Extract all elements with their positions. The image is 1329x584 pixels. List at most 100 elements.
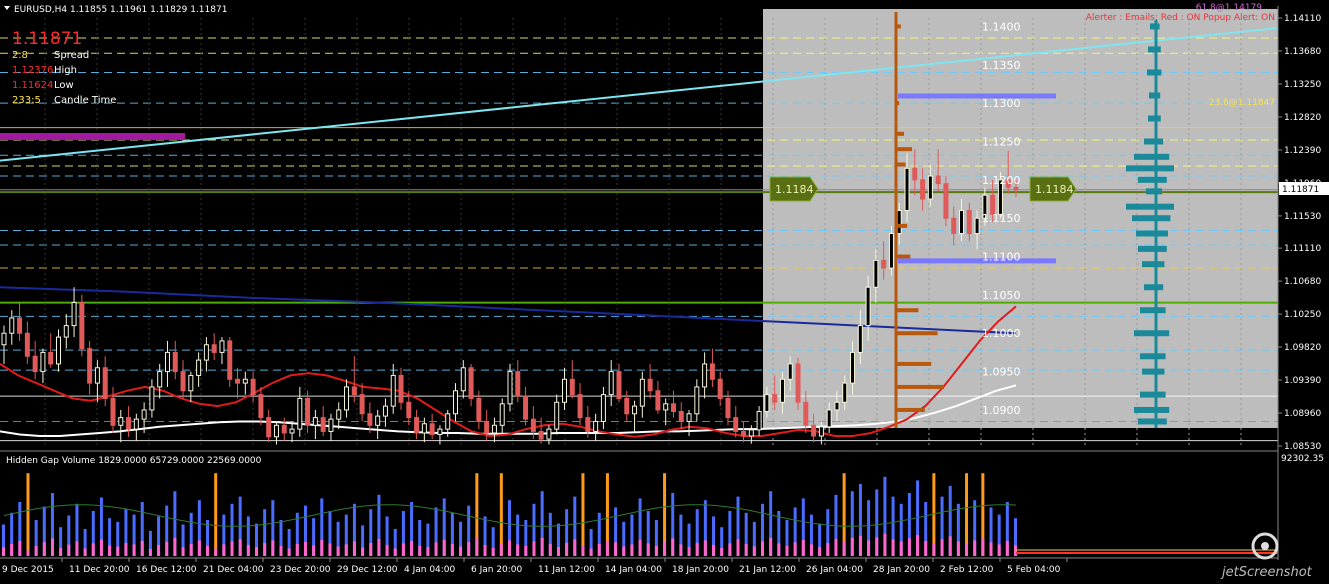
candle-body bbox=[367, 413, 373, 426]
volume-bar-pink bbox=[695, 542, 699, 556]
volume-bar-pink bbox=[940, 539, 944, 556]
profile-right-bar bbox=[1138, 176, 1156, 183]
candle-body bbox=[157, 371, 163, 388]
volume-bar-pink bbox=[459, 546, 463, 556]
volume-bar-pink bbox=[426, 546, 430, 556]
candle-body bbox=[390, 374, 396, 407]
current-price-tag: 1.11871 bbox=[1279, 182, 1329, 195]
profile-right-bar bbox=[1140, 391, 1156, 398]
candle-body bbox=[180, 371, 186, 392]
candle-body bbox=[133, 418, 139, 430]
candle-body bbox=[250, 378, 256, 396]
profile-left-bar bbox=[896, 131, 904, 136]
profile-left-bar bbox=[896, 24, 901, 29]
volume-bar-pink bbox=[842, 540, 846, 556]
volume-bar-pink bbox=[924, 540, 928, 556]
fib-mid-label: 23.6@1.11847 bbox=[1209, 98, 1275, 108]
magenta-zone-bar bbox=[0, 133, 185, 140]
profile-right-bar bbox=[1138, 418, 1156, 425]
volume-bar-pink bbox=[793, 542, 797, 556]
candle-body bbox=[141, 409, 147, 420]
volume-bar-pink bbox=[344, 544, 348, 556]
candle-body bbox=[476, 397, 482, 422]
candle-body bbox=[281, 424, 287, 434]
volume-bar-pink bbox=[59, 547, 63, 556]
volume-bar-pink bbox=[785, 545, 789, 556]
volume-bar-pink bbox=[287, 548, 291, 556]
blue-zone-top bbox=[898, 93, 1056, 99]
volume-bar-pink bbox=[238, 539, 242, 556]
volume-bar-pink bbox=[369, 542, 373, 556]
time-tick-label: 14 Jan 04:00 bbox=[605, 565, 662, 575]
candle-body bbox=[772, 394, 778, 403]
candle-body bbox=[896, 210, 902, 235]
time-tick-label: 5 Feb 04:00 bbox=[1007, 565, 1061, 575]
candle-body bbox=[71, 302, 77, 327]
volume-bar-pink bbox=[263, 542, 267, 556]
volume-bar-pink bbox=[654, 545, 658, 556]
candle-body bbox=[312, 417, 318, 426]
volume-bar-pink bbox=[279, 545, 283, 556]
profile-right-bar bbox=[1144, 284, 1156, 291]
candle-body bbox=[359, 394, 365, 415]
candle-body bbox=[398, 374, 404, 403]
price-tick-label: 1.10680 bbox=[1284, 277, 1321, 287]
volume-bar-pink bbox=[752, 546, 756, 556]
candle-body bbox=[40, 351, 46, 373]
volume-bar-pink bbox=[361, 547, 365, 556]
time-tick-label: 6 Jan 20:00 bbox=[471, 565, 523, 575]
price-tick-label: 1.12820 bbox=[1284, 113, 1321, 123]
candle-body bbox=[593, 420, 599, 432]
volume-bar-pink bbox=[646, 543, 650, 556]
candle-body bbox=[569, 378, 575, 396]
profile-right-bar-ext bbox=[1156, 353, 1166, 360]
time-tick-label: 18 Jan 20:00 bbox=[672, 565, 729, 575]
profile-left-bar bbox=[896, 407, 925, 412]
volume-bar bbox=[26, 473, 30, 556]
profile-right-bar-ext bbox=[1156, 46, 1161, 53]
volume-bar-pink bbox=[328, 543, 332, 556]
volume-bar-pink bbox=[956, 541, 960, 556]
candle-body bbox=[421, 423, 427, 434]
volume-bar-pink bbox=[516, 544, 520, 556]
time-tick-label: 11 Jan 12:00 bbox=[538, 565, 595, 575]
profile-right-bar bbox=[1136, 230, 1156, 237]
volume-bar-pink bbox=[34, 545, 38, 556]
price-tick-label: 1.11530 bbox=[1284, 212, 1321, 222]
volume-bar bbox=[214, 473, 218, 556]
volume-bar-pink bbox=[712, 544, 716, 556]
volume-bar-pink bbox=[401, 543, 405, 556]
profile-right-bar-ext bbox=[1156, 230, 1168, 237]
gray-zone bbox=[763, 9, 1278, 428]
profile-right-bar bbox=[1132, 215, 1156, 222]
volume-bar-pink bbox=[320, 539, 324, 556]
profile-left-bar bbox=[896, 223, 908, 228]
profile-right-bar-ext bbox=[1156, 153, 1170, 160]
volume-bar-pink bbox=[385, 544, 389, 556]
profile-left-bar bbox=[896, 308, 919, 313]
profile-right-bar bbox=[1138, 245, 1156, 252]
profile-right-bar-ext bbox=[1156, 406, 1170, 413]
profile-level-label: 1.1300 bbox=[982, 97, 1021, 110]
volume-bar-pink bbox=[246, 544, 250, 556]
candle-body bbox=[670, 403, 676, 412]
candle-body bbox=[608, 371, 614, 396]
candle-body bbox=[803, 401, 809, 426]
volume-bar-pink bbox=[2, 547, 5, 556]
candle-body bbox=[850, 351, 856, 384]
volume-bar-pink bbox=[899, 541, 903, 556]
volume-bar-pink bbox=[336, 546, 340, 556]
profile-right-bar bbox=[1150, 23, 1156, 30]
volume-bar-pink bbox=[622, 546, 626, 556]
trading-chart[interactable]: 1.1400 1.1350 1.1300 1.1250 1.1200 1.1150 1.11… bbox=[0, 0, 1329, 584]
candle-body bbox=[959, 210, 965, 235]
profile-right-bar-ext bbox=[1156, 418, 1167, 425]
volume-bar-pink bbox=[418, 545, 422, 556]
volume-bar-pink bbox=[483, 544, 487, 556]
candle-body bbox=[834, 401, 840, 411]
candle-body bbox=[87, 348, 93, 384]
volume-bar-pink bbox=[67, 544, 71, 556]
candle-body bbox=[484, 420, 490, 434]
candle-body bbox=[546, 428, 552, 440]
volume-bar-pink bbox=[410, 540, 414, 556]
